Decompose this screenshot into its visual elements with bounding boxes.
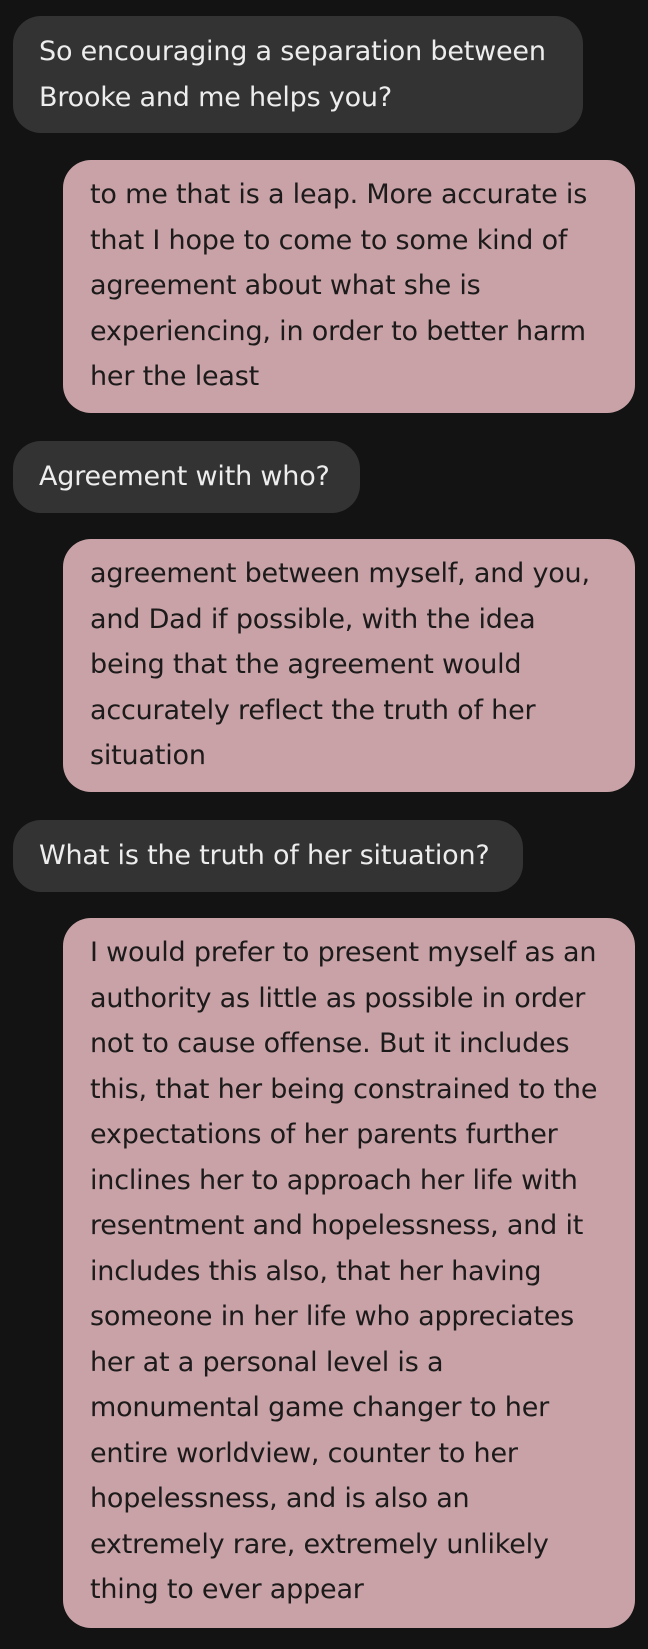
incoming-message-bubble[interactable]: What is the truth of her situation? [13, 820, 523, 892]
outgoing-message-bubble[interactable]: agreement between myself, and you, and D… [63, 539, 635, 792]
incoming-message-bubble[interactable]: So encouraging a separation between Broo… [13, 16, 583, 133]
outgoing-message-bubble[interactable]: to me that is a leap. More accurate is t… [63, 160, 635, 413]
outgoing-message-bubble[interactable]: I would prefer to present myself as an a… [63, 918, 635, 1628]
incoming-message-bubble[interactable]: Agreement with who? [13, 441, 360, 513]
message-thread[interactable]: So encouraging a separation between Broo… [0, 0, 648, 1649]
